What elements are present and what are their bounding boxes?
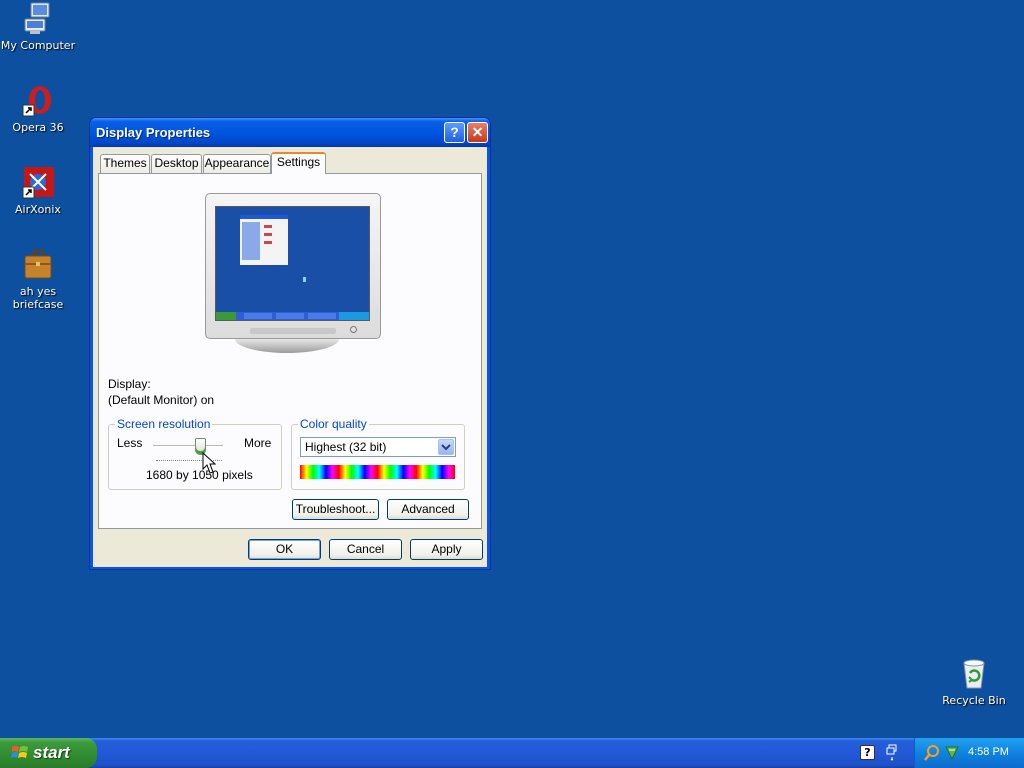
desktop-icon-label: Recycle Bin (942, 694, 1006, 707)
color-spectrum-bar (300, 465, 455, 479)
chevron-down-icon[interactable] (438, 439, 454, 455)
desktop-icon-label: ah yes briefcase (12, 285, 64, 311)
display-value: (Default Monitor) on (108, 393, 215, 407)
tab-settings[interactable]: Settings (271, 152, 326, 174)
desktop-icon-opera[interactable]: Opera 36 (0, 84, 76, 134)
computer-icon (24, 2, 50, 34)
resolution-slider-track[interactable] (153, 445, 223, 447)
slider-less-label: Less (117, 436, 143, 450)
tab-desktop[interactable]: Desktop (151, 154, 202, 173)
tab-themes[interactable]: Themes (100, 154, 150, 173)
start-button[interactable]: start (0, 738, 97, 768)
briefcase-icon (24, 250, 52, 279)
apply-button[interactable]: Apply (410, 539, 483, 560)
resolution-value: 1680 by 1050 pixels (146, 468, 253, 482)
mouse-cursor-icon (202, 452, 216, 474)
display-label: Display: (108, 377, 151, 391)
desktop: My Computer Opera 36 AirXonix ah yes bri… (0, 0, 1024, 768)
desktop-icon-recycle-bin[interactable]: Recycle Bin (936, 657, 1012, 707)
desktop-icon-briefcase[interactable]: ah yes briefcase (0, 248, 76, 311)
monitor-screen-preview (215, 206, 370, 321)
display-properties-window: Display Properties ? ✕ Themes Desktop Ap… (89, 117, 491, 570)
window-title: Display Properties (96, 125, 211, 140)
desktop-icon-my-computer[interactable]: My Computer (0, 2, 76, 52)
system-tray: 4:58 PM (914, 738, 1024, 768)
windows-logo-icon (11, 746, 28, 758)
monitor-stand (235, 339, 339, 353)
mini-taskbar-preview (216, 312, 369, 320)
monitor-preview (205, 193, 381, 339)
desktop-icon-label: My Computer (0, 39, 76, 52)
taskbar: start ? 4:58 PM (0, 738, 1024, 768)
cancel-button[interactable]: Cancel (329, 539, 402, 560)
dialog-client-area: Themes Desktop Appearance Settings Displ… (93, 147, 487, 567)
mini-window-preview (240, 215, 288, 265)
slider-more-label: More (244, 436, 272, 450)
tab-appearance[interactable]: Appearance (203, 154, 271, 173)
network-tray-icon[interactable] (944, 744, 960, 762)
close-icon[interactable]: ✕ (467, 122, 488, 143)
help-tray-icon[interactable]: ? (860, 745, 875, 760)
airxonix-icon (22, 167, 54, 199)
opera-icon (22, 86, 51, 117)
restore-tray-icon[interactable] (886, 744, 898, 762)
screen-resolution-title: Screen resolution (115, 417, 213, 431)
desktop-icon-airxonix[interactable]: AirXonix (0, 166, 76, 216)
advanced-button[interactable]: Advanced (387, 499, 469, 520)
search-tray-icon[interactable] (923, 744, 941, 762)
help-icon[interactable]: ? (444, 122, 465, 143)
screen-resolution-group: Screen resolution Less More 1680 by 1050… (108, 417, 282, 490)
color-quality-select[interactable]: Highest (32 bit) (300, 437, 456, 457)
desktop-icon-label: Opera 36 (12, 121, 64, 134)
color-quality-selected: Highest (32 bit) (305, 440, 387, 454)
clock[interactable]: 4:58 PM (968, 746, 1009, 758)
title-bar[interactable]: Display Properties ? ✕ (90, 118, 490, 147)
settings-panel: Display: (Default Monitor) on Screen res… (98, 173, 482, 529)
color-quality-title: Color quality (298, 417, 369, 431)
troubleshoot-button[interactable]: Troubleshoot... (292, 499, 379, 520)
desktop-icon-label: AirXonix (15, 203, 61, 216)
ok-button[interactable]: OK (248, 539, 321, 560)
color-quality-group: Color quality Highest (32 bit) (291, 417, 465, 490)
recycle-bin-icon (963, 659, 985, 689)
start-label: start (33, 743, 70, 762)
